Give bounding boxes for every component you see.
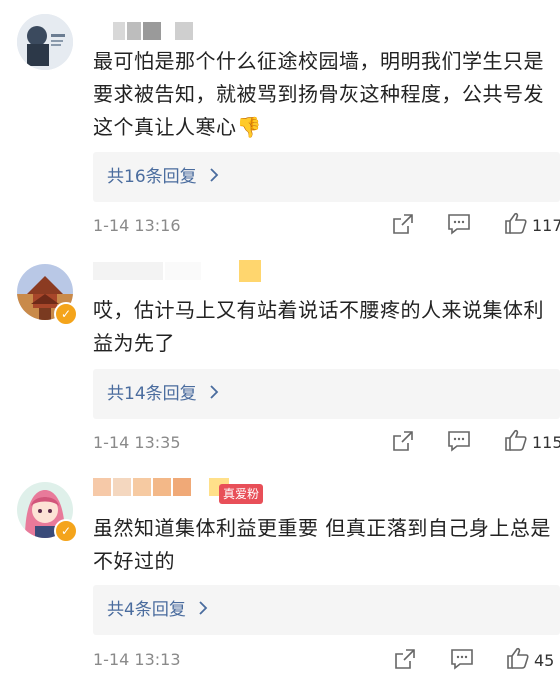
comment-text: 虽然知道集体利益更重要 但真正落到自己身上总是不好过的 <box>93 516 551 573</box>
thumbs-up-icon <box>506 646 530 674</box>
share-icon <box>392 430 414 456</box>
replies-count-label: 共14条回复 <box>107 384 197 404</box>
chevron-right-icon <box>209 369 219 419</box>
view-replies-button[interactable]: 共16条回复 <box>93 152 560 202</box>
comment-icon <box>447 213 471 239</box>
replies-count-label: 共4条回复 <box>107 600 186 620</box>
comment-timestamp: 1-14 13:35 <box>93 433 181 452</box>
fan-badge: 真爱粉 <box>219 484 264 504</box>
comment-icon <box>450 648 474 674</box>
thumbs-up-icon <box>504 211 528 239</box>
like-count: 115 <box>532 432 560 452</box>
like-count: 117 <box>532 215 560 235</box>
share-button[interactable] <box>392 213 414 239</box>
replies-count-label: 共16条回复 <box>107 167 197 187</box>
comment-button[interactable] <box>447 430 471 456</box>
like-button[interactable]: 45 <box>506 646 554 674</box>
comment-timestamp: 1-14 13:16 <box>93 216 181 235</box>
view-replies-button[interactable]: 共14条回复 <box>93 369 560 419</box>
verified-badge-icon: ✓ <box>54 519 78 543</box>
share-button[interactable] <box>394 648 416 674</box>
username-blurred[interactable] <box>93 478 229 496</box>
username-blurred[interactable] <box>113 22 193 40</box>
like-count: 45 <box>534 650 555 670</box>
share-icon <box>394 648 416 674</box>
comment-text: 哎，估计马上又有站着说话不腰疼的人来说集体利益为先了 <box>93 298 544 355</box>
comment-icon <box>447 430 471 456</box>
like-button[interactable]: 115 <box>504 428 560 456</box>
comment-timestamp: 1-14 13:13 <box>93 650 181 669</box>
comment-button[interactable] <box>450 648 474 674</box>
share-icon <box>392 213 414 239</box>
comment-button[interactable] <box>447 213 471 239</box>
chevron-right-icon <box>209 152 219 202</box>
chevron-right-icon <box>198 585 208 635</box>
avatar[interactable] <box>17 14 73 70</box>
avatar-image <box>17 14 73 70</box>
comment-text: 最可怕是那个什么征途校园墙，明明我们学生只是要求被告知，就被骂到扬骨灰这种程度，… <box>93 49 544 139</box>
view-replies-button[interactable]: 共4条回复 <box>93 585 560 635</box>
username-blurred[interactable] <box>93 260 261 282</box>
thumbs-up-icon <box>504 428 528 456</box>
verified-badge-icon: ✓ <box>54 302 78 326</box>
share-button[interactable] <box>392 430 414 456</box>
like-button[interactable]: 117 <box>504 211 560 239</box>
